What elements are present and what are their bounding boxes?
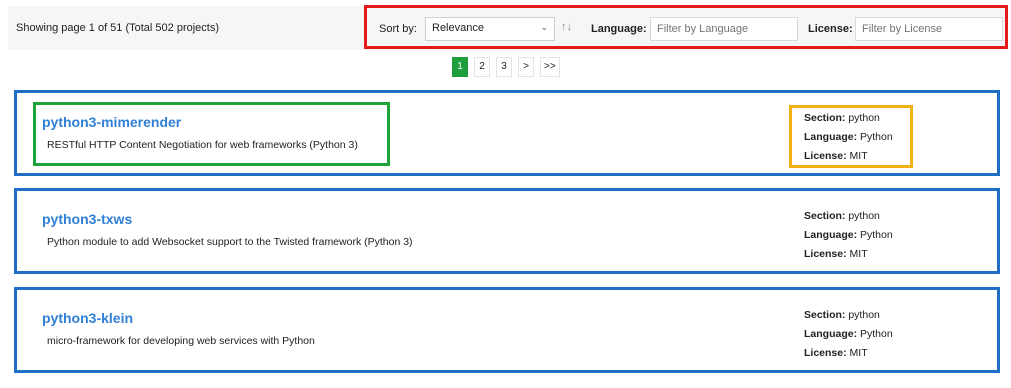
results-summary: Showing page 1 of 51 (Total 502 projects… xyxy=(16,22,220,34)
language-filter-input[interactable] xyxy=(650,17,798,41)
language-value: Python xyxy=(860,229,893,241)
sort-filter-controls: Sort by: Relevance ⌄ ↑↓ Language: Licens… xyxy=(364,5,1008,49)
section-label: Section: xyxy=(804,309,846,321)
language-value: Python xyxy=(860,328,893,340)
language-label: Language: xyxy=(804,229,858,241)
project-name-link[interactable]: python3-txws xyxy=(42,211,132,227)
next-page-button[interactable]: > xyxy=(518,57,534,77)
project-card: python3-mimerender RESTful HTTP Content … xyxy=(14,90,1000,176)
project-card: python3-klein micro-framework for develo… xyxy=(14,287,1000,373)
language-value: Python xyxy=(860,131,893,143)
language-label: Language: xyxy=(804,131,858,143)
project-card: python3-txws Python module to add Websoc… xyxy=(14,188,1000,274)
language-label: Language: xyxy=(804,328,858,340)
section-value: python xyxy=(848,112,880,124)
pagination: 1 2 3 > >> xyxy=(452,57,560,79)
section-label: Section: xyxy=(804,112,846,124)
title-highlight-box xyxy=(33,102,390,166)
license-label: License: xyxy=(808,23,853,35)
license-value: MIT xyxy=(849,347,868,359)
sort-label: Sort by: xyxy=(379,23,417,35)
project-name-link[interactable]: python3-mimerender xyxy=(42,114,181,130)
license-label: License: xyxy=(804,347,847,359)
license-filter-input[interactable] xyxy=(855,17,1003,41)
license-label: License: xyxy=(804,150,847,162)
sort-direction-icon[interactable]: ↑↓ xyxy=(561,21,572,33)
section-label: Section: xyxy=(804,210,846,222)
project-meta: Section: python Language: Python License… xyxy=(804,109,893,166)
license-value: MIT xyxy=(849,248,868,260)
sort-select-value: Relevance xyxy=(432,22,484,34)
project-name-link[interactable]: python3-klein xyxy=(42,310,133,326)
page-3-button[interactable]: 3 xyxy=(496,57,512,77)
last-page-button[interactable]: >> xyxy=(540,57,560,77)
sort-select[interactable]: Relevance ⌄ xyxy=(425,17,555,41)
project-description: RESTful HTTP Content Negotiation for web… xyxy=(47,139,358,151)
page-1-button[interactable]: 1 xyxy=(452,57,468,77)
project-meta: Section: python Language: Python License… xyxy=(804,207,893,264)
language-label: Language: xyxy=(591,23,647,35)
project-meta: Section: python Language: Python License… xyxy=(804,306,893,363)
chevron-down-icon: ⌄ xyxy=(540,22,548,32)
section-value: python xyxy=(848,210,880,222)
license-label: License: xyxy=(804,248,847,260)
project-description: Python module to add Websocket support t… xyxy=(47,236,413,248)
section-value: python xyxy=(848,309,880,321)
project-description: micro-framework for developing web servi… xyxy=(47,335,315,347)
page-2-button[interactable]: 2 xyxy=(474,57,490,77)
license-value: MIT xyxy=(849,150,868,162)
